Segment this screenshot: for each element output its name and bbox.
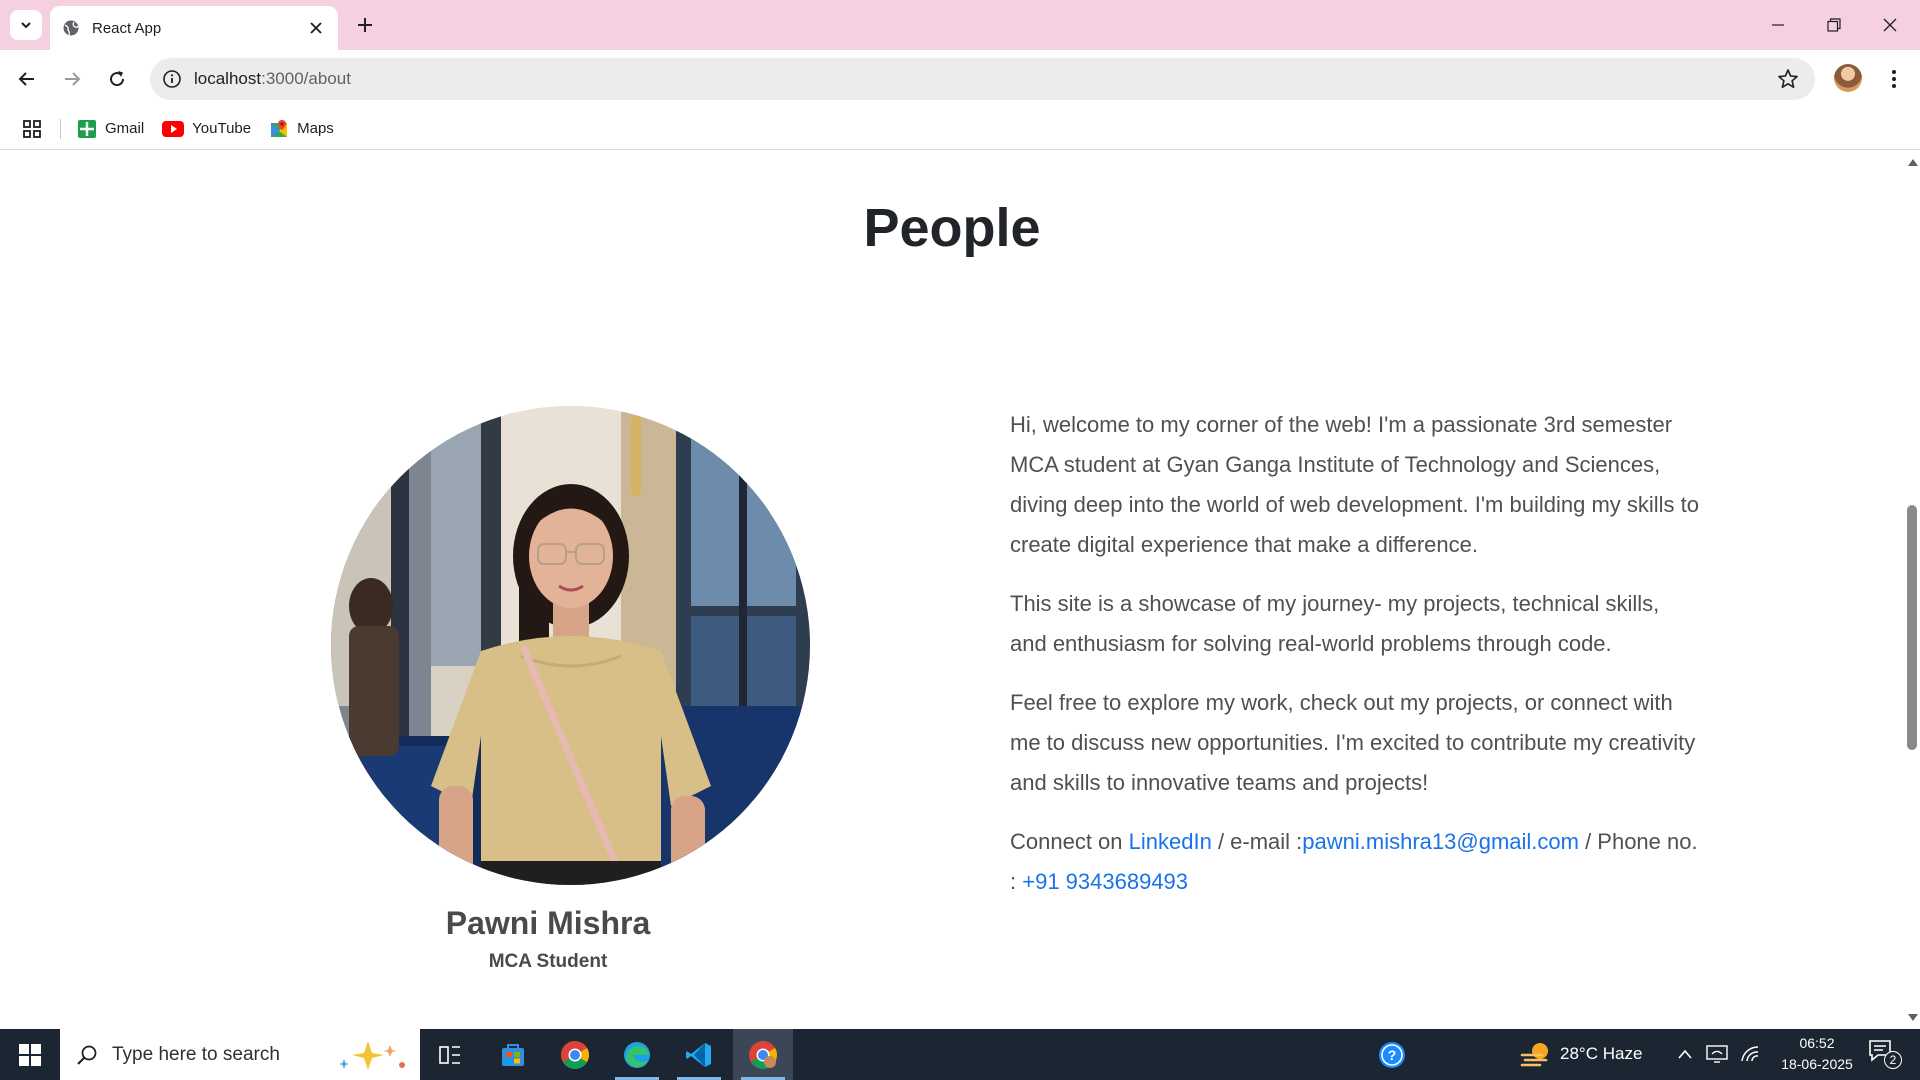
chrome-icon	[561, 1040, 589, 1069]
search-icon	[77, 1045, 97, 1065]
bookmark-label: Gmail	[105, 120, 145, 137]
new-tab-button[interactable]	[352, 12, 378, 38]
windows-taskbar: Type here to search ? 28°C Haze 06:52 18…	[0, 1029, 1920, 1080]
svg-text:?: ?	[1388, 1047, 1397, 1063]
gmail-icon	[78, 119, 96, 138]
maps-icon	[271, 119, 288, 137]
linkedin-link[interactable]: LinkedIn	[1129, 829, 1212, 854]
network-icon[interactable]	[1706, 1045, 1728, 1063]
bookmark-label: Maps	[297, 120, 334, 137]
taskbar-search-box[interactable]: Type here to search	[60, 1029, 420, 1080]
bookmark-gmail[interactable]: Gmail	[77, 119, 144, 139]
chevron-down-icon	[21, 22, 31, 29]
plus-icon	[358, 18, 372, 32]
email-prefix: / e-mail :	[1211, 829, 1303, 854]
browser-toolbar: localhost:3000/about	[0, 50, 1920, 108]
tab-react-app[interactable]: React App	[50, 6, 338, 50]
browser-menu-button[interactable]	[1880, 64, 1908, 94]
tab-strip: React App	[0, 0, 1920, 50]
restore-button[interactable]	[1806, 0, 1862, 50]
profile-photo-illustration	[331, 406, 810, 885]
back-button[interactable]	[10, 62, 44, 96]
profile-name: Pawni Mishra	[445, 905, 651, 941]
scroll-up-arrow-icon[interactable]	[1908, 159, 1918, 166]
clock-time: 06:52	[1799, 1035, 1835, 1051]
profile-avatar[interactable]	[1834, 64, 1862, 92]
bookmark-star-icon[interactable]	[1777, 68, 1799, 90]
wifi-icon[interactable]	[1740, 1045, 1760, 1063]
taskbar-vscode[interactable]	[669, 1029, 729, 1080]
bookmark-maps[interactable]: Maps	[269, 119, 334, 139]
taskbar-edge[interactable]	[607, 1029, 667, 1080]
url-path: :3000/about	[261, 69, 351, 88]
bookmark-label: YouTube	[192, 120, 252, 137]
close-tab-icon[interactable]	[306, 18, 326, 38]
chrome-profile-icon	[749, 1040, 777, 1069]
notifications-button[interactable]: 2	[1868, 1039, 1902, 1071]
system-clock[interactable]: 06:52 18-06-2025	[1762, 1033, 1872, 1075]
task-view-button[interactable]	[420, 1029, 480, 1080]
more-vert-icon	[1892, 70, 1896, 88]
reload-icon	[110, 71, 125, 87]
arrow-right-icon	[65, 72, 81, 86]
page-title: People	[863, 198, 1041, 258]
page-content: People Pawni Mishra MCA Student Hi, welc…	[0, 151, 1904, 1029]
globe-icon	[63, 20, 79, 36]
store-icon	[502, 1043, 524, 1066]
about-paragraph-intro: Hi, welcome to my corner of the web! I'm…	[1010, 412, 1700, 557]
start-button[interactable]	[0, 1029, 60, 1080]
about-paragraph-showcase: This site is a showcase of my journey- m…	[1010, 591, 1660, 656]
contact-line: Connect on LinkedIn / e-mail :pawni.mish…	[1010, 822, 1700, 902]
close-window-button[interactable]	[1862, 0, 1918, 50]
profile-photo	[331, 406, 810, 885]
taskbar-search-placeholder: Type here to search	[112, 1043, 280, 1065]
tab-title: React App	[92, 19, 162, 37]
edge-icon	[624, 1041, 650, 1068]
taskbar-microsoft-store[interactable]	[483, 1029, 543, 1080]
search-highlight-sparkle-icon	[338, 1040, 405, 1070]
connect-prefix: Connect on	[1010, 829, 1129, 854]
bookmarks-divider	[60, 118, 61, 139]
bookmark-youtube[interactable]: YouTube	[162, 120, 251, 137]
weather-haze-icon[interactable]	[1520, 1041, 1552, 1069]
url-host: localhost	[194, 69, 262, 88]
site-info-icon[interactable]	[162, 69, 182, 89]
close-icon	[1883, 18, 1897, 32]
help-tray-button[interactable]: ?	[1362, 1029, 1422, 1080]
notification-count-badge: 2	[1884, 1051, 1902, 1069]
windows-logo-icon	[19, 1043, 41, 1066]
page-scrollbar[interactable]	[1904, 151, 1920, 1029]
scrollbar-thumb[interactable]	[1907, 505, 1917, 750]
profile-role: MCA Student	[488, 951, 608, 972]
phone-link[interactable]: +91 9343689493	[1022, 869, 1188, 894]
taskbar-chrome-active[interactable]	[733, 1029, 793, 1080]
youtube-icon	[162, 120, 185, 137]
task-view-icon	[439, 1045, 460, 1064]
about-section: Hi, welcome to my corner of the web! I'm…	[1010, 405, 1700, 921]
restore-icon	[1827, 18, 1841, 32]
apps-grid-icon[interactable]	[22, 119, 42, 139]
help-icon: ?	[1379, 1041, 1405, 1068]
taskbar-chrome[interactable]	[545, 1029, 605, 1080]
weather-text[interactable]: 28°C Haze	[1560, 1044, 1642, 1064]
clock-date: 18-06-2025	[1781, 1056, 1853, 1072]
scroll-down-arrow-icon[interactable]	[1908, 1014, 1918, 1021]
forward-button[interactable]	[55, 62, 89, 96]
vscode-icon	[686, 1042, 711, 1067]
bookmarks-bar: Gmail YouTube Maps	[0, 108, 1920, 150]
arrow-left-icon	[18, 72, 34, 86]
about-paragraph-connect-invite: Feel free to explore my work, check out …	[1010, 690, 1696, 795]
reload-button[interactable]	[100, 62, 134, 96]
email-link[interactable]: pawni.mishra13@gmail.com	[1302, 829, 1579, 854]
minimize-button[interactable]	[1750, 0, 1806, 50]
chevron-up-icon[interactable]	[1677, 1047, 1693, 1061]
address-bar[interactable]: localhost:3000/about	[150, 58, 1815, 100]
minimize-icon	[1772, 24, 1784, 26]
tab-search-button[interactable]	[10, 10, 42, 40]
url-text[interactable]: localhost:3000/about	[194, 69, 351, 89]
